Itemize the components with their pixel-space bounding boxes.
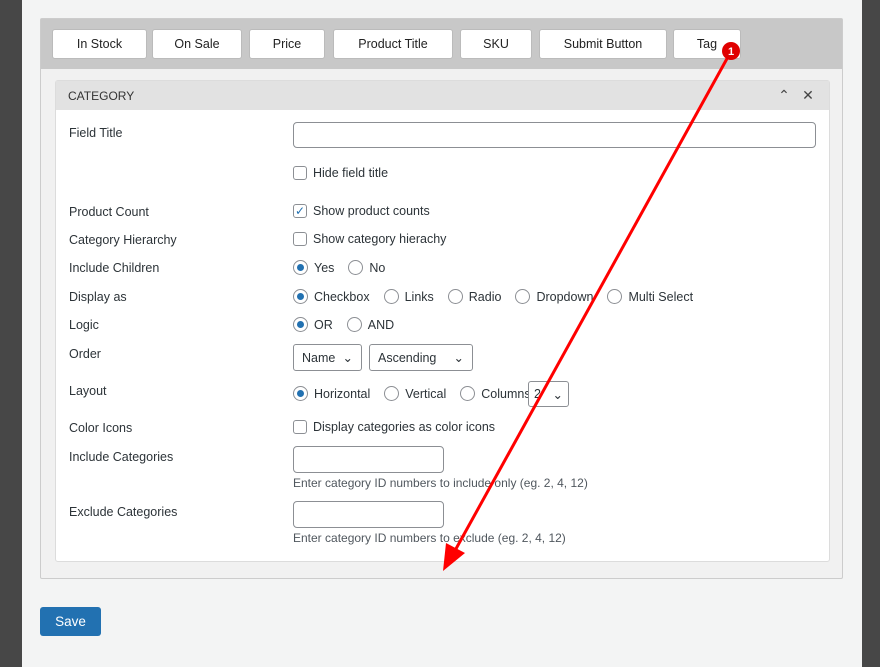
arrow-head bbox=[443, 543, 465, 571]
annotation-arrow: 1 bbox=[443, 42, 740, 571]
arrow-line bbox=[450, 54, 731, 557]
step-marker-number: 1 bbox=[728, 46, 734, 58]
